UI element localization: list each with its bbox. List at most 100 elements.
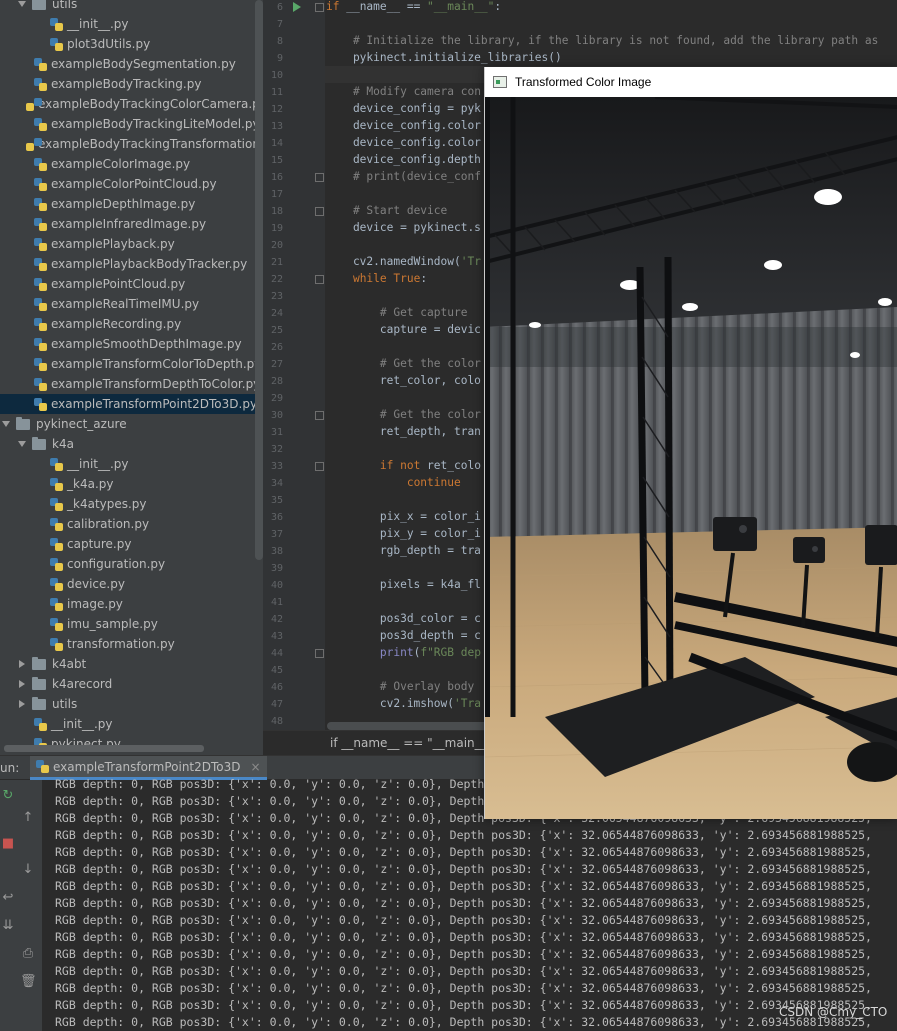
fold-marker-icon[interactable] — [315, 649, 324, 658]
tree-file[interactable]: __init__.py — [0, 454, 263, 474]
run-gutter-icon[interactable] — [293, 2, 301, 12]
fold-marker-icon[interactable] — [315, 411, 324, 420]
code-line[interactable]: device_config.color — [326, 136, 481, 149]
tree-vertical-scrollbar[interactable] — [255, 0, 263, 560]
soft-wrap-icon[interactable]: ↩ — [0, 890, 16, 906]
fold-marker-icon[interactable] — [315, 207, 324, 216]
scroll-up-icon[interactable]: ↑ — [20, 810, 36, 826]
code-line[interactable]: pos3d_color = c — [326, 612, 481, 625]
trash-icon[interactable]: 🗑 — [20, 974, 37, 990]
tree-file[interactable]: exampleBodyTrackingTransformationComp — [0, 134, 263, 154]
code-line[interactable]: cv2.imshow('Tra — [326, 697, 481, 710]
tree-file[interactable]: exampleTransformPoint2DTo3D.py — [0, 394, 263, 414]
chevron-down-icon[interactable] — [2, 421, 10, 427]
code-line[interactable]: ret_color, colo — [326, 374, 481, 387]
scroll-down-icon[interactable]: ↓ — [20, 862, 36, 878]
editor-horizontal-scrollbar[interactable] — [327, 722, 507, 730]
tree-folder[interactable]: pykinect_azure — [0, 414, 263, 434]
image-window[interactable]: Transformed Color Image — [484, 67, 897, 819]
line-number: 22 — [270, 274, 283, 285]
code-line[interactable]: if not ret_colo — [326, 459, 481, 472]
line-number: 34 — [270, 478, 283, 489]
tree-file[interactable]: exampleBodyTrackingColorCamera.py — [0, 94, 263, 114]
code-line[interactable]: # Overlay body — [326, 680, 474, 693]
code-line[interactable]: pos3d_depth = c — [326, 629, 481, 642]
tree-file[interactable]: transformation.py — [0, 634, 263, 654]
tree-file[interactable]: imu_sample.py — [0, 614, 263, 634]
code-line[interactable]: device_config = pyk — [326, 102, 481, 115]
tree-file[interactable]: configuration.py — [0, 554, 263, 574]
rerun-icon[interactable]: ↻ — [0, 788, 16, 804]
tree-file[interactable]: exampleTransformDepthToColor.py — [0, 374, 263, 394]
code-line[interactable]: cv2.namedWindow('Tr — [326, 255, 481, 268]
code-line[interactable]: device_config.color — [326, 119, 481, 132]
line-number: 43 — [270, 631, 283, 642]
tree-file[interactable]: exampleInfraredImage.py — [0, 214, 263, 234]
tree-file[interactable]: __init__.py — [0, 14, 263, 34]
code-line[interactable]: # Modify camera con — [326, 85, 481, 98]
tree-folder[interactable]: k4a — [0, 434, 263, 454]
code-line[interactable]: capture = devic — [326, 323, 481, 336]
tree-file[interactable]: exampleBodySegmentation.py — [0, 54, 263, 74]
print-icon[interactable]: ⎙ — [20, 946, 36, 962]
tree-file[interactable]: _k4a.py — [0, 474, 263, 494]
fold-marker-icon[interactable] — [315, 3, 324, 12]
close-icon[interactable]: × — [251, 760, 261, 774]
tree-folder[interactable]: utils — [0, 694, 263, 714]
code-line[interactable]: # Get capture — [326, 306, 468, 319]
tree-file[interactable]: exampleTransformColorToDepth.py — [0, 354, 263, 374]
stop-icon[interactable]: ■ — [0, 836, 16, 852]
tree-file[interactable]: __init__.py — [0, 714, 263, 734]
tree-file[interactable]: capture.py — [0, 534, 263, 554]
tree-file[interactable]: device.py — [0, 574, 263, 594]
code-line[interactable]: pix_x = color_i — [326, 510, 481, 523]
tree-file[interactable]: examplePointCloud.py — [0, 274, 263, 294]
scroll-to-end-icon[interactable]: ⇊ — [0, 918, 16, 934]
code-line[interactable]: rgb_depth = tra — [326, 544, 481, 557]
chevron-right-icon[interactable] — [19, 660, 25, 668]
chevron-down-icon[interactable] — [18, 1, 26, 7]
code-line[interactable]: device = pykinect.s — [326, 221, 481, 234]
code-line[interactable]: continue — [326, 476, 461, 489]
code-line[interactable]: print(f"RGB dep — [326, 646, 481, 659]
code-line[interactable]: device_config.depth — [326, 153, 481, 166]
fold-marker-icon[interactable] — [315, 275, 324, 284]
tree-file[interactable]: _k4atypes.py — [0, 494, 263, 514]
tree-file[interactable]: plot3dUtils.py — [0, 34, 263, 54]
code-line[interactable]: pykinect.initialize_libraries() — [326, 51, 562, 64]
tree-file[interactable]: exampleBodyTrackingLiteModel.py — [0, 114, 263, 134]
tree-horizontal-scrollbar[interactable] — [4, 745, 204, 752]
line-number: 48 — [270, 716, 283, 727]
tree-file[interactable]: image.py — [0, 594, 263, 614]
image-window-titlebar[interactable]: Transformed Color Image — [485, 67, 897, 97]
code-line[interactable]: # Get the color — [326, 408, 481, 421]
tree-file[interactable]: examplePlayback.py — [0, 234, 263, 254]
code-line[interactable]: # Initialize the library, if the library… — [326, 34, 878, 47]
tree-file[interactable]: exampleDepthImage.py — [0, 194, 263, 214]
tree-file[interactable]: exampleRealTimeIMU.py — [0, 294, 263, 314]
tree-folder[interactable]: k4arecord — [0, 674, 263, 694]
tree-file[interactable]: exampleColorImage.py — [0, 154, 263, 174]
code-line[interactable]: while True: — [326, 272, 427, 285]
code-line[interactable]: if __name__ == "__main__": — [326, 0, 501, 13]
tree-folder[interactable]: utils — [0, 0, 263, 14]
code-line[interactable]: ret_depth, tran — [326, 425, 481, 438]
chevron-down-icon[interactable] — [18, 441, 26, 447]
code-line[interactable]: pixels = k4a_fl — [326, 578, 481, 591]
tree-file[interactable]: exampleRecording.py — [0, 314, 263, 334]
fold-marker-icon[interactable] — [315, 173, 324, 182]
chevron-right-icon[interactable] — [19, 680, 25, 688]
tree-file[interactable]: exampleBodyTracking.py — [0, 74, 263, 94]
code-line[interactable]: # Start device — [326, 204, 447, 217]
code-line[interactable]: pix_y = color_i — [326, 527, 481, 540]
code-line[interactable]: # print(device_conf — [326, 170, 481, 183]
tree-item-label: transformation.py — [67, 637, 175, 651]
code-line[interactable]: # Get the color — [326, 357, 481, 370]
tree-folder[interactable]: k4abt — [0, 654, 263, 674]
fold-marker-icon[interactable] — [315, 462, 324, 471]
tree-file[interactable]: examplePlaybackBodyTracker.py — [0, 254, 263, 274]
tree-file[interactable]: calibration.py — [0, 514, 263, 534]
tree-file[interactable]: exampleSmoothDepthImage.py — [0, 334, 263, 354]
chevron-right-icon[interactable] — [19, 700, 25, 708]
tree-file[interactable]: exampleColorPointCloud.py — [0, 174, 263, 194]
